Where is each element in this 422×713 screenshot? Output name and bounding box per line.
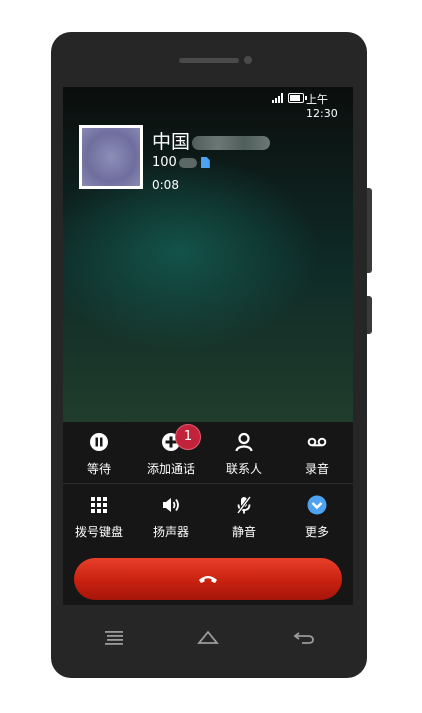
signal-icon [272, 93, 286, 103]
back-icon[interactable] [292, 628, 316, 646]
call-duration: 0:08 [152, 178, 179, 192]
row-divider [63, 483, 353, 484]
pause-icon [90, 433, 108, 451]
controls-row-1: 等待 添加通话 联系人 录音 1 [63, 422, 353, 482]
power-button [367, 296, 372, 334]
hold-label: 等待 [86, 462, 111, 476]
speaker-button[interactable]: 扬声器 [135, 485, 207, 545]
caller-number-text: 100 [152, 155, 177, 170]
dialpad-button[interactable]: 拨号键盘 [63, 485, 135, 545]
contacts-label: 联系人 [225, 462, 262, 476]
caller-avatar [79, 125, 143, 189]
more-button[interactable]: 更多 [281, 485, 353, 545]
front-camera [244, 56, 252, 64]
speaker-label: 扬声器 [152, 525, 189, 539]
caller-name: 中国 [152, 127, 271, 154]
menu-icon[interactable] [102, 628, 126, 646]
mute-button[interactable]: 静音 [208, 485, 280, 545]
battery-icon [288, 93, 307, 103]
end-call-icon [199, 576, 217, 583]
status-bar: 上午12:30 [63, 87, 353, 120]
in-call-controls: 等待 添加通话 联系人 录音 1 拨号键盘 扬声器 静音 更多 [63, 422, 353, 605]
sim-card-icon [200, 157, 210, 168]
end-call-button[interactable] [74, 558, 342, 600]
mute-label: 静音 [231, 525, 256, 539]
dialpad-icon [91, 497, 107, 513]
record-label: 录音 [304, 462, 329, 476]
earpiece-speaker [179, 58, 239, 63]
caller-name-text: 中国 [152, 131, 191, 153]
more-label: 更多 [304, 525, 329, 539]
dialpad-label: 拨号键盘 [74, 525, 123, 539]
mute-icon [236, 496, 252, 514]
volume-button [367, 188, 372, 273]
hold-button[interactable]: 等待 [63, 422, 135, 482]
controls-row-2: 拨号键盘 扬声器 静音 更多 [63, 485, 353, 545]
call-screen: 上午12:30 中国 100 0:08 等待 添加通话 联系人 录音 1 拨号键… [63, 87, 353, 605]
notification-badge: 1 [175, 424, 201, 450]
redacted-number [178, 157, 197, 168]
redacted-name [192, 135, 271, 150]
status-time: 上午12:30 [306, 93, 338, 120]
caller-number: 100 [152, 155, 210, 170]
record-button[interactable]: 录音 [281, 422, 353, 482]
add-call-label: 添加通话 [146, 462, 195, 476]
contacts-icon [235, 432, 253, 452]
more-icon [307, 495, 327, 515]
contacts-button[interactable]: 联系人 [208, 422, 280, 482]
phone-frame: 上午12:30 中国 100 0:08 等待 添加通话 联系人 录音 1 拨号键… [51, 32, 367, 678]
home-icon[interactable] [196, 628, 220, 646]
speaker-icon [163, 498, 179, 512]
record-icon [307, 437, 327, 447]
